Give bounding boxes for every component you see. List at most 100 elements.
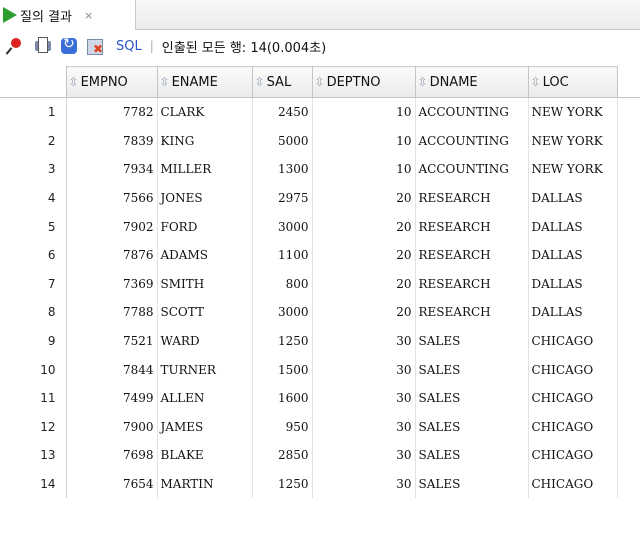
table-row[interactable]: 12 7900 JAMES 950 30 SALES CHICAGO bbox=[0, 412, 640, 442]
deptno-cell[interactable]: 20 bbox=[312, 212, 416, 241]
pin-icon[interactable] bbox=[6, 35, 28, 57]
row-number[interactable]: 11 bbox=[0, 383, 67, 413]
table-row[interactable]: 4 7566 JONES 2975 20 RESEARCH DALLAS bbox=[0, 183, 640, 213]
row-number[interactable]: 5 bbox=[0, 212, 67, 241]
sal-cell[interactable]: 1250 bbox=[252, 326, 313, 356]
loc-cell[interactable]: CHICAGO bbox=[528, 412, 618, 442]
dname-cell[interactable]: RESEARCH bbox=[415, 298, 529, 327]
dname-cell[interactable]: SALES bbox=[415, 441, 529, 470]
empno-cell[interactable]: 7499 bbox=[66, 383, 158, 413]
sal-cell[interactable]: 800 bbox=[252, 269, 313, 299]
sal-cell[interactable]: 1250 bbox=[252, 469, 313, 499]
dname-cell[interactable]: RESEARCH bbox=[415, 212, 529, 241]
ename-cell[interactable]: FORD bbox=[157, 212, 253, 241]
table-row[interactable]: 13 7698 BLAKE 2850 30 SALES CHICAGO bbox=[0, 441, 640, 470]
dname-cell[interactable]: ACCOUNTING bbox=[415, 97, 529, 127]
loc-cell[interactable]: DALLAS bbox=[528, 269, 618, 299]
empno-cell[interactable]: 7900 bbox=[66, 412, 158, 442]
row-number[interactable]: 13 bbox=[0, 441, 67, 470]
loc-cell[interactable]: CHICAGO bbox=[528, 326, 618, 356]
deptno-cell[interactable]: 30 bbox=[312, 383, 416, 413]
table-row[interactable]: 5 7902 FORD 3000 20 RESEARCH DALLAS bbox=[0, 212, 640, 241]
ename-cell[interactable]: SCOTT bbox=[157, 298, 253, 327]
column-header-deptno[interactable]: ⇳ DEPTNO bbox=[311, 66, 416, 98]
ename-cell[interactable]: SMITH bbox=[157, 269, 253, 299]
dname-cell[interactable]: RESEARCH bbox=[415, 240, 529, 270]
empno-cell[interactable]: 7876 bbox=[66, 240, 158, 270]
deptno-cell[interactable]: 10 bbox=[312, 155, 416, 184]
empno-cell[interactable]: 7782 bbox=[66, 97, 158, 127]
ename-cell[interactable]: TURNER bbox=[157, 355, 253, 384]
table-row[interactable]: 14 7654 MARTIN 1250 30 SALES CHICAGO bbox=[0, 469, 640, 499]
sal-cell[interactable]: 1100 bbox=[252, 240, 313, 270]
table-row[interactable]: 2 7839 KING 5000 10 ACCOUNTING NEW YORK bbox=[0, 126, 640, 156]
table-row[interactable]: 1 7782 CLARK 2450 10 ACCOUNTING NEW YORK bbox=[0, 97, 640, 127]
empno-cell[interactable]: 7844 bbox=[66, 355, 158, 384]
loc-cell[interactable]: NEW YORK bbox=[528, 126, 618, 156]
table-row[interactable]: 10 7844 TURNER 1500 30 SALES CHICAGO bbox=[0, 355, 640, 384]
close-icon[interactable]: × bbox=[84, 9, 93, 22]
sal-cell[interactable]: 950 bbox=[252, 412, 313, 442]
loc-cell[interactable]: DALLAS bbox=[528, 212, 618, 241]
table-row[interactable]: 11 7499 ALLEN 1600 30 SALES CHICAGO bbox=[0, 383, 640, 413]
row-number[interactable]: 14 bbox=[0, 469, 67, 499]
dname-cell[interactable]: ACCOUNTING bbox=[415, 126, 529, 156]
sal-cell[interactable]: 2850 bbox=[252, 441, 313, 470]
ename-cell[interactable]: MILLER bbox=[157, 155, 253, 184]
loc-cell[interactable]: DALLAS bbox=[528, 183, 618, 213]
table-row[interactable]: 7 7369 SMITH 800 20 RESEARCH DALLAS bbox=[0, 269, 640, 299]
dname-cell[interactable]: RESEARCH bbox=[415, 269, 529, 299]
loc-cell[interactable]: NEW YORK bbox=[528, 155, 618, 184]
table-row[interactable]: 9 7521 WARD 1250 30 SALES CHICAGO bbox=[0, 326, 640, 356]
sal-cell[interactable]: 1500 bbox=[252, 355, 313, 384]
deptno-cell[interactable]: 20 bbox=[312, 298, 416, 327]
row-number[interactable]: 9 bbox=[0, 326, 67, 356]
deptno-cell[interactable]: 30 bbox=[312, 355, 416, 384]
dname-cell[interactable]: SALES bbox=[415, 469, 529, 499]
table-row[interactable]: 6 7876 ADAMS 1100 20 RESEARCH DALLAS bbox=[0, 240, 640, 270]
deptno-cell[interactable]: 10 bbox=[312, 97, 416, 127]
deptno-cell[interactable]: 30 bbox=[312, 441, 416, 470]
sal-cell[interactable]: 1600 bbox=[252, 383, 313, 413]
deptno-cell[interactable]: 30 bbox=[312, 412, 416, 442]
ename-cell[interactable]: ALLEN bbox=[157, 383, 253, 413]
tab-query-result[interactable]: 질의 결과 × bbox=[0, 0, 136, 30]
deptno-cell[interactable]: 30 bbox=[312, 326, 416, 356]
sal-cell[interactable]: 1300 bbox=[252, 155, 313, 184]
column-header-loc[interactable]: ⇳ LOC bbox=[527, 66, 618, 98]
empno-cell[interactable]: 7369 bbox=[66, 269, 158, 299]
column-header-sal[interactable]: ⇳ SAL bbox=[251, 66, 313, 98]
row-number[interactable]: 4 bbox=[0, 183, 67, 213]
deptno-cell[interactable]: 30 bbox=[312, 469, 416, 499]
empno-cell[interactable]: 7839 bbox=[66, 126, 158, 156]
dname-cell[interactable]: SALES bbox=[415, 383, 529, 413]
sal-cell[interactable]: 3000 bbox=[252, 298, 313, 327]
sal-cell[interactable]: 5000 bbox=[252, 126, 313, 156]
loc-cell[interactable]: DALLAS bbox=[528, 240, 618, 270]
column-header-ename[interactable]: ⇳ ENAME bbox=[156, 66, 253, 98]
sal-cell[interactable]: 3000 bbox=[252, 212, 313, 241]
ename-cell[interactable]: JAMES bbox=[157, 412, 253, 442]
column-header-dname[interactable]: ⇳ DNAME bbox=[414, 66, 529, 98]
deptno-cell[interactable]: 20 bbox=[312, 269, 416, 299]
row-number[interactable]: 7 bbox=[0, 269, 67, 299]
refresh-icon[interactable] bbox=[58, 35, 80, 57]
sql-link[interactable]: SQL bbox=[116, 39, 142, 54]
dname-cell[interactable]: ACCOUNTING bbox=[415, 155, 529, 184]
ename-cell[interactable]: KING bbox=[157, 126, 253, 156]
empno-cell[interactable]: 7566 bbox=[66, 183, 158, 213]
ename-cell[interactable]: WARD bbox=[157, 326, 253, 356]
dname-cell[interactable]: SALES bbox=[415, 412, 529, 442]
row-number[interactable]: 3 bbox=[0, 155, 67, 184]
loc-cell[interactable]: CHICAGO bbox=[528, 355, 618, 384]
dname-cell[interactable]: SALES bbox=[415, 326, 529, 356]
sal-cell[interactable]: 2450 bbox=[252, 97, 313, 127]
deptno-cell[interactable]: 20 bbox=[312, 240, 416, 270]
row-number[interactable]: 10 bbox=[0, 355, 67, 384]
empno-cell[interactable]: 7698 bbox=[66, 441, 158, 470]
column-header-empno[interactable]: ⇳ EMPNO bbox=[65, 66, 158, 98]
ename-cell[interactable]: CLARK bbox=[157, 97, 253, 127]
loc-cell[interactable]: NEW YORK bbox=[528, 97, 618, 127]
empno-cell[interactable]: 7654 bbox=[66, 469, 158, 499]
dname-cell[interactable]: SALES bbox=[415, 355, 529, 384]
